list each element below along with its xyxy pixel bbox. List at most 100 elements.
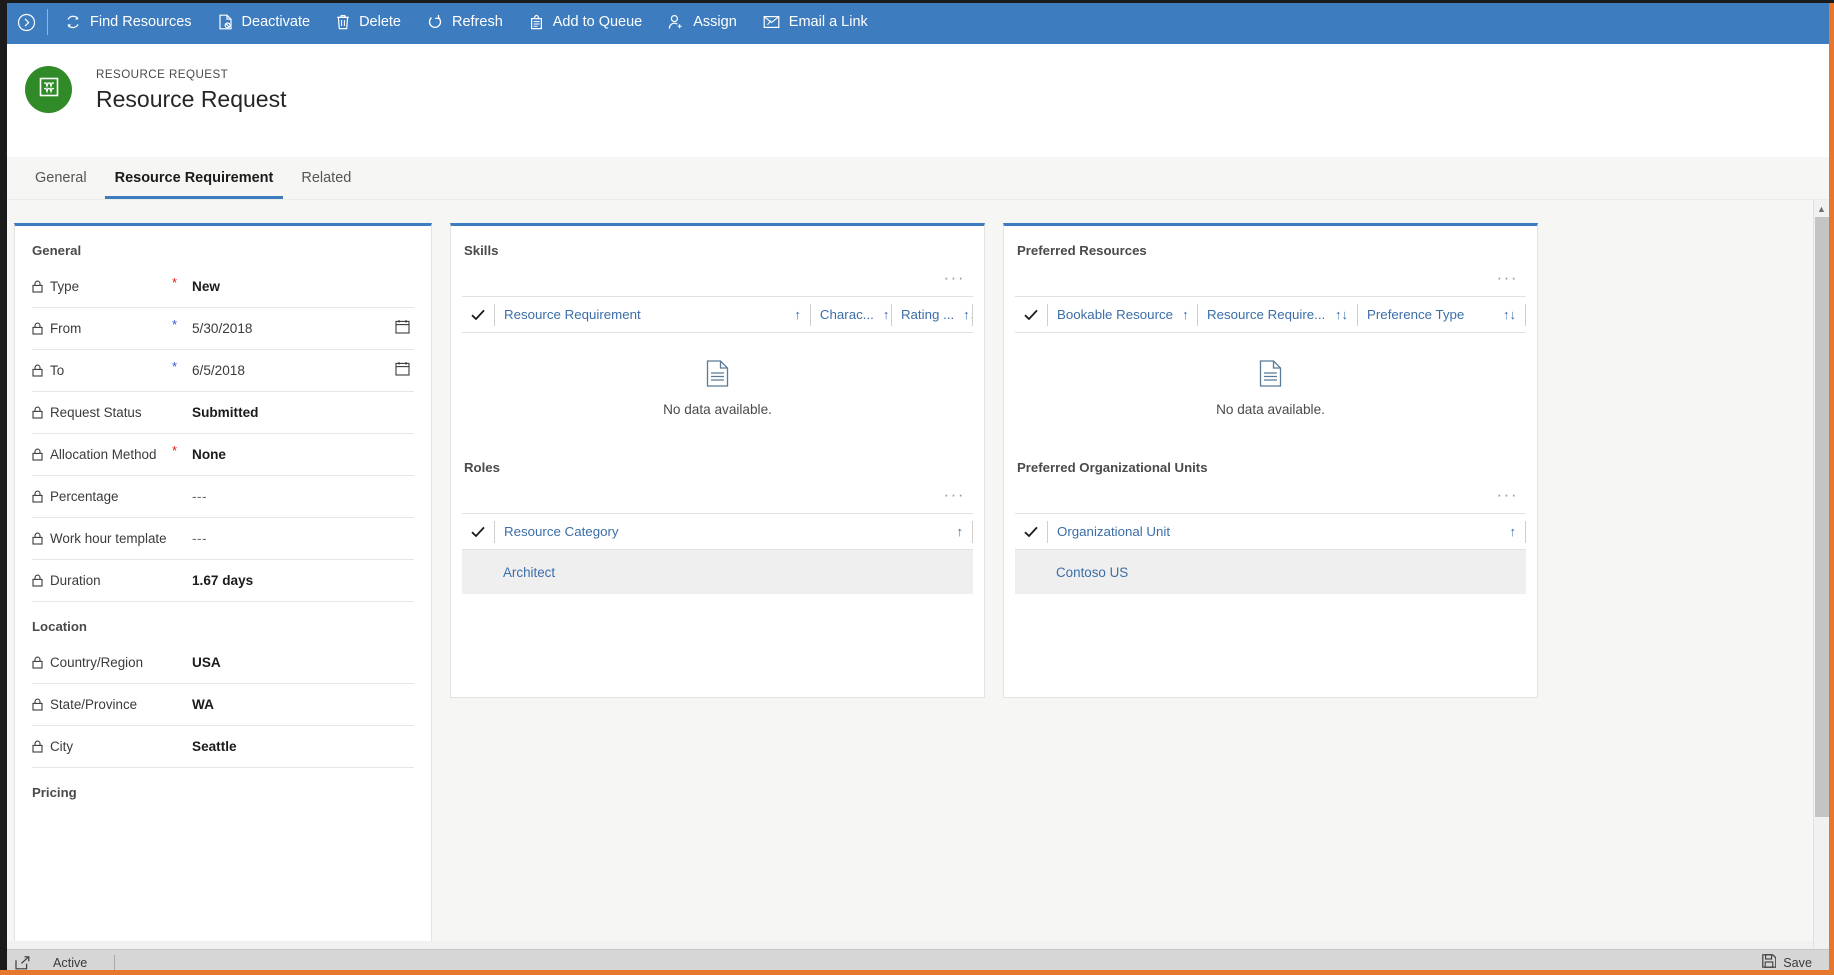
skills-column-characteristic[interactable]: Charac... ↑↓ (809, 303, 891, 326)
skills-empty-state: No data available. (462, 333, 973, 443)
table-row[interactable]: Architect (462, 550, 973, 594)
field-work-hour-template-label: Work hour template (50, 531, 167, 546)
tab-general-label: General (35, 170, 87, 186)
save-disk-icon (1762, 954, 1777, 971)
calendar-icon[interactable] (395, 319, 410, 339)
select-all-checkmark-icon[interactable] (462, 526, 494, 538)
form-body: General Type * New From * 5/30/2018 To *… (0, 200, 1834, 949)
status-badge: Active (53, 955, 88, 970)
lock-icon (32, 698, 50, 711)
preferred-org-units-column-organizational-unit[interactable]: Organizational Unit ↑ (1047, 520, 1525, 543)
vertical-scrollbar[interactable]: ▲ (1813, 200, 1829, 949)
sort-both-icon: ↑↓ (1503, 307, 1516, 322)
lock-icon (32, 280, 50, 293)
tab-related[interactable]: Related (287, 157, 365, 199)
field-request-status-label: Request Status (50, 405, 142, 420)
preferred-resources-column-resource-requirement[interactable]: Resource Require... ↑↓ (1197, 303, 1357, 326)
select-all-checkmark-icon[interactable] (462, 309, 494, 321)
field-country-region[interactable]: Country/Region USA (32, 642, 414, 684)
required-indicator: * (172, 317, 178, 332)
field-work-hour-template[interactable]: Work hour template --- (32, 518, 414, 560)
preferred-resources-more-commands-button[interactable]: ··· (1493, 267, 1522, 288)
skills-more-commands-button[interactable]: ··· (940, 267, 969, 288)
preferred-resources-empty-state: No data available. (1015, 333, 1526, 443)
field-percentage-label: Percentage (50, 489, 119, 504)
form-columns: General Type * New From * 5/30/2018 To *… (0, 200, 1834, 949)
save-label: Save (1783, 955, 1812, 970)
field-request-status-value: Submitted (192, 405, 259, 420)
field-request-status[interactable]: Request Status Submitted (32, 392, 414, 434)
add-to-queue-icon (529, 14, 544, 30)
sort-both-icon: ↑↓ (1335, 307, 1348, 322)
email-a-link-button[interactable]: Email a Link (750, 0, 881, 44)
tab-general[interactable]: General (21, 157, 101, 199)
record-header: RESOURCE REQUEST Resource Request (0, 44, 1834, 157)
preferred-resources-column-preference-type[interactable]: Preference Type ↑↓ (1357, 303, 1525, 326)
calendar-icon[interactable] (395, 361, 410, 381)
field-type-label: Type (50, 279, 80, 294)
horizontal-scrollbar[interactable] (7, 941, 1813, 949)
field-allocation-method[interactable]: Allocation Method * None (32, 434, 414, 476)
status-bar-divider (114, 955, 116, 970)
field-duration[interactable]: Duration 1.67 days (32, 560, 414, 602)
delete-button[interactable]: Delete (323, 0, 414, 44)
save-button[interactable]: Save (1762, 954, 1812, 971)
left-nav-rail (0, 0, 7, 975)
field-from[interactable]: From * 5/30/2018 (32, 308, 414, 350)
roles-more-commands-button[interactable]: ··· (940, 484, 969, 505)
assign-label: Assign (693, 14, 737, 30)
preferred-org-units-column-label: Organizational Unit (1057, 524, 1171, 539)
assign-button[interactable]: Assign (655, 0, 750, 44)
field-country-region-label: Country/Region (50, 655, 144, 670)
preferred-org-units-header-row: Organizational Unit ↑ (1015, 513, 1526, 550)
table-row[interactable]: Contoso US (1015, 550, 1526, 594)
record-title-block: RESOURCE REQUEST Resource Request (96, 66, 287, 113)
record-avatar (25, 66, 72, 113)
field-country-region-value: USA (192, 655, 221, 670)
preferred-resources-column-bookable-resource[interactable]: Bookable Resource ↑ (1047, 303, 1197, 326)
skills-toolbar: ··· (462, 258, 973, 296)
field-from-value: 5/30/2018 (192, 321, 253, 336)
field-state-province[interactable]: State/Province WA (32, 684, 414, 726)
skills-column-rating[interactable]: Rating ... ↑↓ (890, 303, 972, 326)
sort-ascending-icon: ↑ (1509, 524, 1517, 539)
lock-icon (32, 406, 50, 419)
field-type[interactable]: Type * New (32, 266, 414, 308)
roles-cell-resource-category[interactable]: Architect (494, 565, 555, 580)
lock-icon (32, 656, 50, 669)
select-all-checkmark-icon[interactable] (1015, 526, 1047, 538)
field-to[interactable]: To * 6/5/2018 (32, 350, 414, 392)
scroll-up-arrow-icon[interactable]: ▲ (1814, 200, 1829, 217)
skills-column-resource-requirement[interactable]: Resource Requirement ↑ (494, 303, 810, 326)
required-indicator: * (172, 275, 178, 290)
open-in-new-window-icon[interactable] (7, 955, 37, 970)
sort-ascending-icon: ↑ (956, 524, 964, 539)
form-tabs: General Resource Requirement Related (0, 157, 1834, 200)
section-heading-general: General (32, 243, 82, 258)
email-a-link-label: Email a Link (788, 14, 868, 30)
add-to-queue-label: Add to Queue (552, 14, 643, 30)
lock-icon (32, 740, 50, 753)
preferred-org-units-more-commands-button[interactable]: ··· (1493, 484, 1522, 505)
refresh-people-icon (65, 14, 81, 30)
field-city[interactable]: City Seattle (32, 726, 414, 768)
refresh-button[interactable]: Refresh (414, 0, 516, 44)
resource-request-icon (38, 76, 60, 103)
column-end-divider (972, 520, 973, 543)
find-resources-button[interactable]: Find Resources (52, 0, 205, 44)
roles-column-resource-category[interactable]: Resource Category ↑ (494, 520, 972, 543)
deactivate-button[interactable]: Deactivate (205, 0, 324, 44)
assign-person-icon (668, 14, 684, 30)
field-percentage[interactable]: Percentage --- (32, 476, 414, 518)
scrollbar-thumb[interactable] (1815, 217, 1829, 817)
tab-resource-requirement[interactable]: Resource Requirement (101, 157, 288, 199)
preferred-org-units-cell-organizational-unit[interactable]: Contoso US (1047, 565, 1128, 580)
roles-subgrid: Roles ··· Resource Category ↑ Architect (451, 443, 984, 594)
tab-resource-requirement-label: Resource Requirement (114, 170, 274, 186)
select-all-checkmark-icon[interactable] (1015, 309, 1047, 321)
chevron-circle-right-icon[interactable] (7, 0, 45, 44)
skills-empty-text: No data available. (663, 401, 772, 417)
add-to-queue-button[interactable]: Add to Queue (516, 0, 656, 44)
field-type-value: New (192, 279, 220, 294)
skills-title: Skills (464, 243, 499, 258)
